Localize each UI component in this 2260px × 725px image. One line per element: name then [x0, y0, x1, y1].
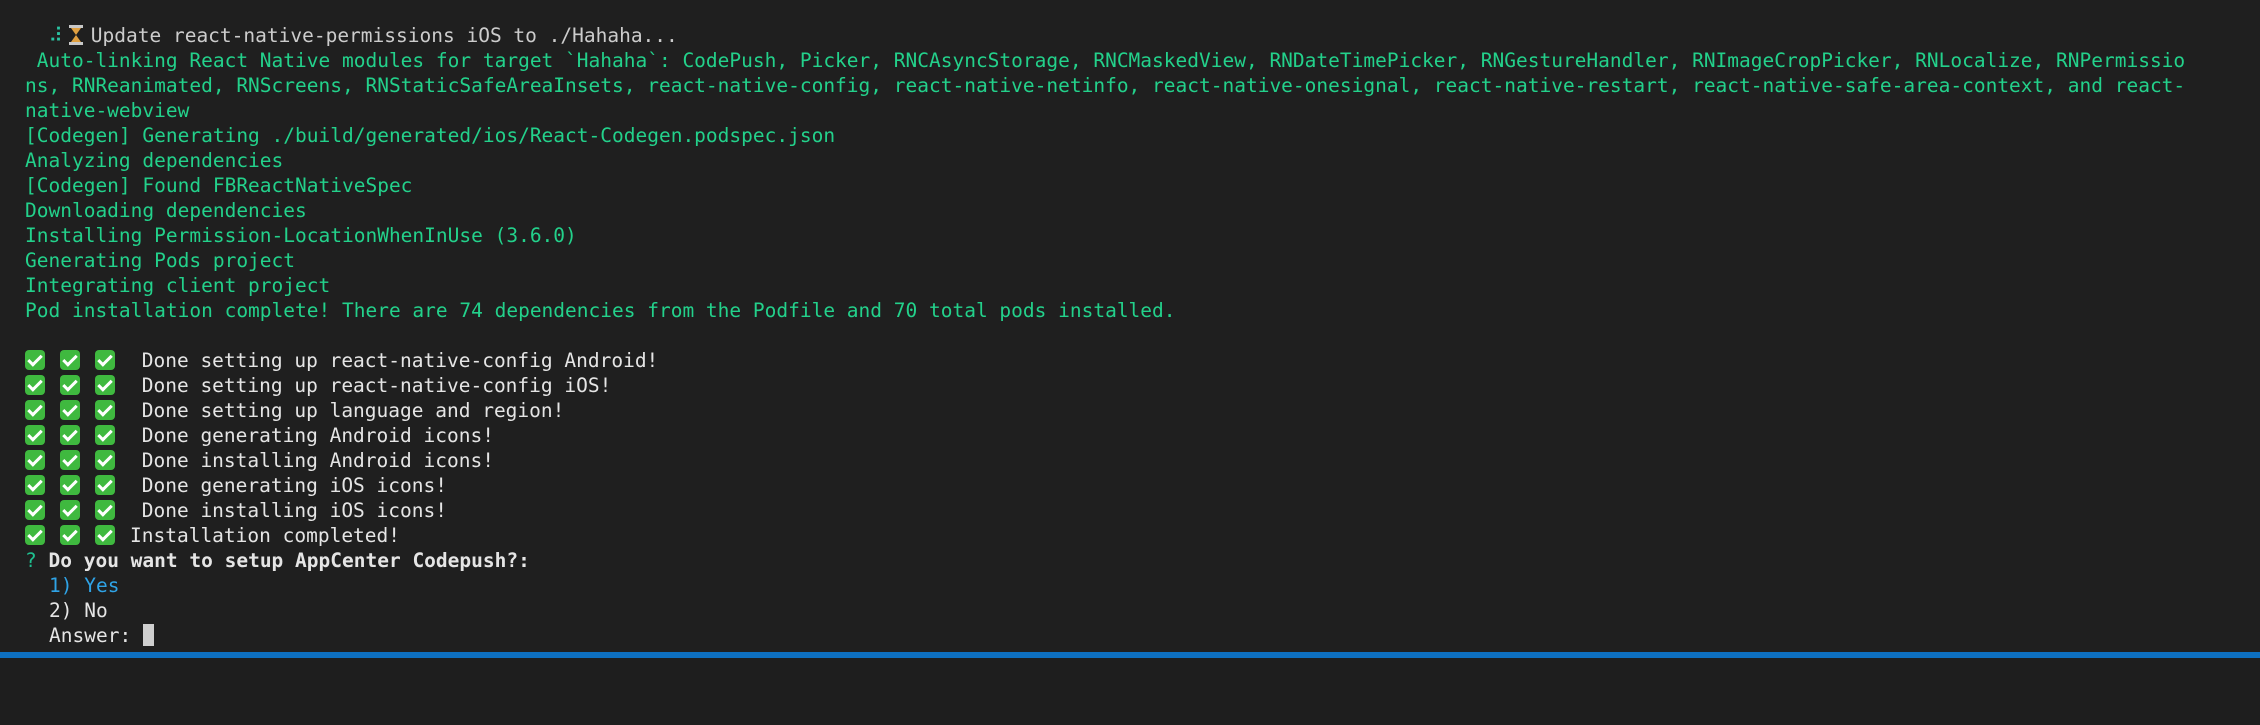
installation-complete-line: Installation completed! — [25, 523, 400, 548]
check-mark-icon — [25, 350, 45, 370]
done-step-line: Done generating Android icons! — [25, 423, 494, 448]
check-mark-icon — [95, 350, 115, 370]
check-mark-icon — [60, 400, 80, 420]
check-mark-icon — [25, 375, 45, 395]
answer-label: Answer: — [49, 624, 143, 647]
log-line: Installing Permission-LocationWhenInUse … — [25, 224, 577, 247]
check-mark-icon — [25, 500, 45, 520]
option-yes[interactable]: 1) Yes — [49, 573, 119, 598]
done-step-text: Done installing iOS icons! — [130, 499, 447, 522]
check-mark-icon — [25, 475, 45, 495]
check-mark-icon — [60, 425, 80, 445]
check-mark-icon — [60, 500, 80, 520]
check-mark-icon — [95, 375, 115, 395]
check-mark-icon — [95, 500, 115, 520]
terminal-window[interactable]: ⠼ Update react-native-permissions iOS to … — [0, 0, 2260, 652]
done-step-line: Done setting up react-native-config iOS! — [25, 373, 611, 398]
hourglass-icon — [68, 25, 83, 45]
check-mark-icon — [25, 450, 45, 470]
check-mark-icon — [60, 375, 80, 395]
done-step-line: Done setting up react-native-config Andr… — [25, 348, 658, 373]
check-mark-icon — [95, 475, 115, 495]
done-step-line: Done installing Android icons! — [25, 448, 494, 473]
autolink-line: Auto-linking React Native modules for ta… — [25, 49, 2186, 72]
done-step-text: Done generating Android icons! — [130, 424, 494, 447]
check-mark-icon — [95, 400, 115, 420]
spinner-icon: ⠼ — [48, 24, 63, 47]
log-line: Downloading dependencies — [25, 199, 307, 222]
done-step-line: Done installing iOS icons! — [25, 498, 447, 523]
check-mark-icon — [60, 475, 80, 495]
done-step-text: Done installing Android icons! — [130, 449, 494, 472]
prompt-marker: ? — [25, 549, 37, 572]
task-status-line: ⠼ Update react-native-permissions iOS to … — [25, 23, 678, 48]
status-bar — [0, 652, 2260, 658]
log-line: [Codegen] Generating ./build/generated/i… — [25, 124, 836, 147]
check-mark-icon — [60, 525, 80, 545]
log-line: Integrating client project — [25, 274, 331, 297]
done-step-line: Done generating iOS icons! — [25, 473, 447, 498]
check-mark-icon — [25, 425, 45, 445]
check-mark-icon — [95, 425, 115, 445]
log-line: Pod installation complete! There are 74 … — [25, 299, 1176, 322]
check-mark-icon — [60, 350, 80, 370]
log-line: Analyzing dependencies — [25, 149, 284, 172]
check-mark-icon — [60, 450, 80, 470]
log-line: [Codegen] Found FBReactNativeSpec — [25, 174, 413, 197]
autolink-line: ns, RNReanimated, RNScreens, RNStaticSaf… — [25, 74, 2186, 97]
done-step-line: Done setting up language and region! — [25, 398, 564, 423]
done-step-text: Installation completed! — [130, 524, 401, 547]
done-step-text: Done setting up language and region! — [130, 399, 565, 422]
check-mark-icon — [95, 525, 115, 545]
task-text: Update react-native-permissions iOS to .… — [90, 24, 678, 47]
prompt-question-line: ? Do you want to setup AppCenter Codepus… — [25, 548, 530, 573]
check-mark-icon — [25, 400, 45, 420]
autolink-line: native-webview — [25, 99, 190, 122]
prompt-question: Do you want to setup AppCenter Codepush?… — [48, 549, 530, 572]
answer-input-line[interactable]: Answer: — [49, 623, 154, 648]
done-step-text: Done generating iOS icons! — [130, 474, 447, 497]
check-mark-icon — [95, 450, 115, 470]
text-cursor[interactable] — [142, 624, 154, 646]
done-step-text: Done setting up react-native-config iOS! — [130, 374, 612, 397]
log-line: Generating Pods project — [25, 249, 296, 272]
done-step-text: Done setting up react-native-config Andr… — [130, 349, 659, 372]
check-mark-icon — [25, 525, 45, 545]
option-no[interactable]: 2) No — [49, 598, 108, 623]
